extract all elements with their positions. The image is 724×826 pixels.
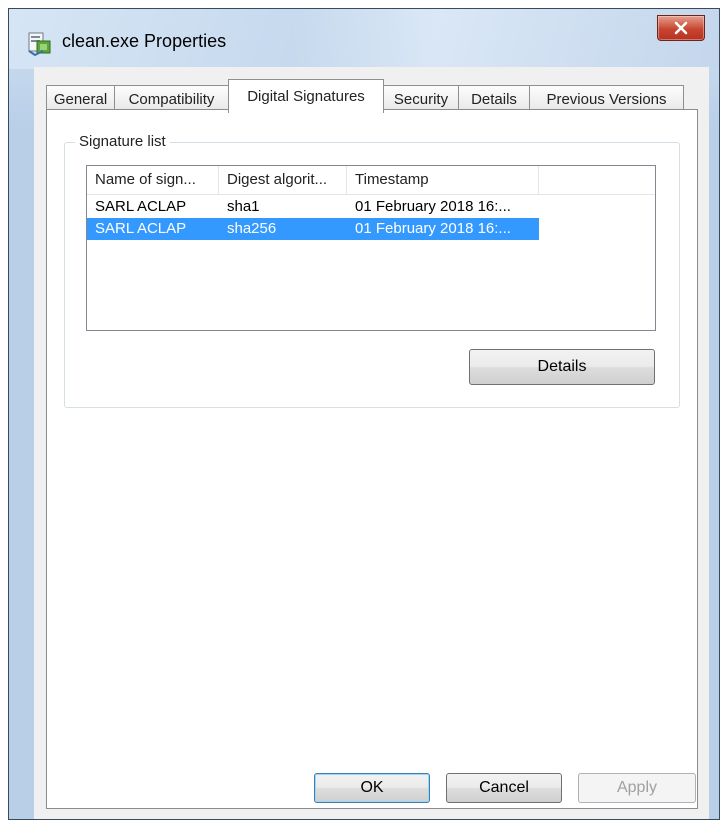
window-title: clean.exe Properties xyxy=(62,31,227,51)
timestamp: 01 February 2018 16:... xyxy=(355,220,511,237)
properties-file-icon xyxy=(27,29,53,57)
close-button[interactable] xyxy=(657,15,705,41)
signer-name: SARL ACLAP xyxy=(95,198,187,215)
column-header-name[interactable]: Name of sign... xyxy=(87,166,219,194)
signature-list-label: Signature list xyxy=(75,133,170,150)
signature-list-group: Signature list Name of sign... Digest al… xyxy=(64,133,680,408)
timestamp: 01 February 2018 16:... xyxy=(355,198,511,215)
signer-name: SARL ACLAP xyxy=(95,220,187,237)
digest-algorithm: sha1 xyxy=(227,198,260,215)
apply-button[interactable]: Apply xyxy=(578,773,696,803)
details-button[interactable]: Details xyxy=(469,349,655,385)
tab-digital-signatures[interactable]: Digital Signatures xyxy=(228,79,384,113)
cancel-button[interactable]: Cancel xyxy=(446,773,562,803)
list-header: Name of sign... Digest algorit... Timest… xyxy=(87,166,655,195)
signature-list[interactable]: Name of sign... Digest algorit... Timest… xyxy=(86,165,656,331)
tab-panel: Signature list Name of sign... Digest al… xyxy=(46,109,698,809)
ok-button[interactable]: OK xyxy=(314,773,430,803)
properties-window: clean.exe Properties General Compatibili… xyxy=(8,8,720,820)
dialog-client-area: General Compatibility Digital Signatures… xyxy=(34,67,709,819)
digest-algorithm: sha256 xyxy=(227,220,277,237)
tab-strip: General Compatibility Digital Signatures… xyxy=(34,75,709,113)
column-header-digest[interactable]: Digest algorit... xyxy=(219,166,347,194)
list-item-selected[interactable]: SARL ACLAP sha256 01 February 2018 16:..… xyxy=(87,218,539,240)
close-icon xyxy=(674,21,688,35)
column-header-timestamp[interactable]: Timestamp xyxy=(347,166,539,194)
list-item[interactable]: SARL ACLAP sha1 01 February 2018 16:... xyxy=(87,196,539,218)
